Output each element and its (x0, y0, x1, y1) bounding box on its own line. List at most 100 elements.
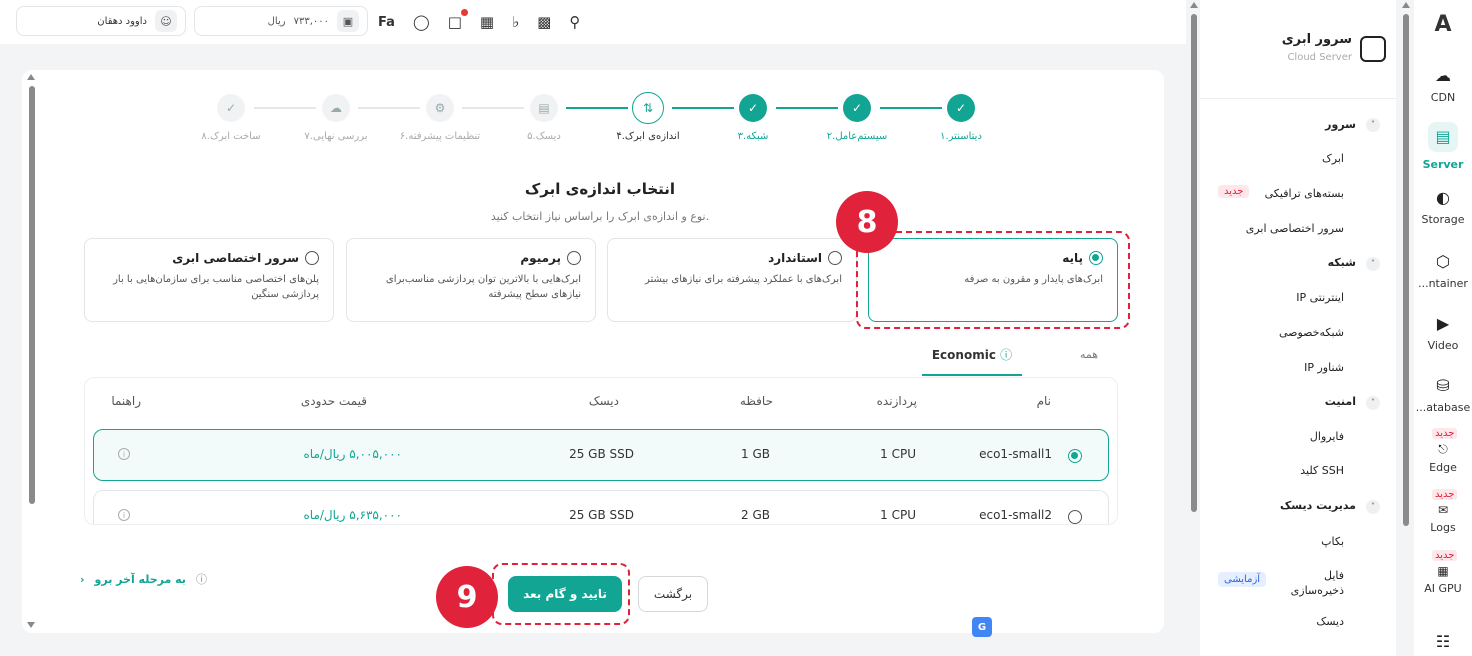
sidebar-item-ssh-key[interactable]: کلید SSH (1300, 464, 1344, 477)
row-radio-unselected[interactable] (1068, 510, 1082, 524)
rail-item-storage[interactable]: ◐ Storage (1414, 188, 1472, 226)
tab-economic[interactable]: Economic ⓘ (922, 340, 1022, 376)
rail-item-video[interactable]: ▶ Video (1414, 314, 1472, 352)
scroll-up-arrow[interactable] (1190, 2, 1198, 8)
scroll-up-arrow[interactable] (27, 74, 35, 80)
sidebar-scrollbar[interactable] (1188, 0, 1200, 656)
rail-item-ai-gpu[interactable]: ▦ AI GPU (1414, 564, 1472, 595)
step-badge-8: 8 (836, 191, 898, 253)
radio-unselected[interactable] (567, 251, 581, 265)
scroll-up-arrow[interactable] (1402, 2, 1410, 8)
type-card-standard[interactable]: استاندارد ابرک‌های با عملکرد پیشرفته برا… (607, 238, 857, 322)
service-header: سرور ابری Cloud Server (1262, 30, 1386, 70)
logs-icon: ✉ (1437, 503, 1449, 517)
step-connector (566, 107, 628, 109)
step-3-circle[interactable]: ✓ (739, 94, 767, 122)
radio-unselected[interactable] (305, 251, 319, 265)
chevron-down-icon[interactable]: ˅ (1366, 500, 1380, 514)
rail-item-logs[interactable]: ✉ Logs (1414, 503, 1472, 534)
apps-grid-icon[interactable]: ▦ (480, 13, 494, 31)
chevron-down-icon[interactable]: ˅ (1366, 118, 1380, 132)
step-7-circle: ☁ (322, 94, 350, 122)
beta-badge: آزمایشی (1218, 572, 1267, 587)
bell-icon[interactable]: ♭ (512, 13, 519, 31)
type-card-premium[interactable]: پرمیوم ابرک‌هایی با بالاترین توان پردازش… (346, 238, 596, 322)
chat-icon[interactable]: □ (448, 9, 468, 31)
sidebar-item-floating-ip[interactable]: IP شناور (1304, 361, 1344, 374)
step-1-circle[interactable]: ✓ (947, 94, 975, 122)
step-8-label: ۸.ساخت ابرک (201, 131, 261, 142)
search-icon[interactable]: ⚲ (569, 13, 580, 31)
sidebar-item-dedicated[interactable]: سرور اختصاصی ابری (1246, 222, 1344, 235)
rail-item-database[interactable]: ⛁ ...atabase (1414, 376, 1472, 414)
type-name: پرمیوم (520, 251, 561, 265)
chevron-down-icon[interactable]: ˅ (1366, 257, 1380, 271)
sidebar-item-firewall[interactable]: فایروال (1310, 430, 1344, 443)
type-name: سرور اختصاصی ابری (172, 251, 299, 265)
col-header-ram: حافظه (739, 394, 773, 408)
container-icon: ⬡ (1436, 252, 1450, 271)
sidebar-item-traffic[interactable]: بسته‌های ترافیکی (1265, 187, 1344, 200)
type-desc: ابرک‌هایی با بالاترین توان پردازشی مناسب… (385, 274, 581, 300)
edge-icon: ⎋ (1438, 442, 1448, 456)
back-button[interactable]: برگشت (638, 576, 708, 612)
sidebar-item-file-storage[interactable]: فایل ذخیره‌سازی (1284, 568, 1344, 599)
sidebar-item-public-ip[interactable]: IP اینترنتی (1296, 291, 1344, 304)
radio-unselected[interactable] (828, 251, 842, 265)
rail-label: Edge (1429, 461, 1457, 474)
rail-label: AI GPU (1424, 582, 1462, 595)
col-header-name: نام (1036, 394, 1051, 408)
new-badge: جدید (1218, 185, 1250, 198)
brand-logo[interactable]: A (1414, 12, 1472, 37)
content-scrollbar[interactable] (24, 72, 36, 632)
scroll-thumb[interactable] (29, 86, 35, 504)
page-title: انتخاب اندازه‌ی ابرک (524, 180, 676, 198)
rail-item-cdn[interactable]: ☁ CDN (1414, 66, 1472, 104)
info-icon[interactable]: i (118, 448, 130, 460)
scroll-down-arrow[interactable] (27, 622, 35, 628)
language-toggle[interactable]: Fa (378, 15, 395, 30)
row-radio-selected[interactable] (1068, 449, 1082, 463)
sidebar-item-private-network[interactable]: شبکه‌خصوصی (1279, 326, 1344, 339)
nav-group-server[interactable]: سرور (1325, 118, 1356, 131)
plan-tabs: Economic ⓘ همه (922, 340, 1118, 376)
skip-to-last-step-link[interactable]: › به مرحله آخر برو ⓘ (80, 571, 207, 587)
plan-disk: 25 GB SSD (569, 508, 634, 522)
rail-label: Video (1427, 339, 1459, 352)
table-row[interactable]: eco1-small2 1 CPU 2 GB 25 GB SSD ۵,۶۳۵,۰… (93, 490, 1109, 524)
nav-group-security[interactable]: امنیت (1325, 395, 1356, 408)
table-row[interactable]: eco1-small1 1 CPU 1 GB 25 GB SSD ۵,۰۰۵,۰… (93, 429, 1109, 481)
translate-icon[interactable]: G (972, 617, 992, 637)
scroll-thumb[interactable] (1403, 14, 1409, 526)
plan-price: ۵,۰۰۵,۰۰۰ ریال/ماه (303, 447, 403, 461)
step-7-label: ۷.بررسی نهایی (304, 131, 368, 142)
step-4-circle[interactable]: ⇅ (632, 92, 664, 124)
storage-icon: ◐ (1436, 188, 1450, 207)
service-subtitle: Cloud Server (1287, 52, 1352, 63)
tab-all[interactable]: همه (1080, 348, 1098, 361)
terminal-icon[interactable]: ▩ (537, 13, 551, 31)
rail-item-container[interactable]: ⬡ ...ntainer (1414, 252, 1472, 290)
rail-scrollbar[interactable] (1400, 0, 1412, 656)
rail-item-server[interactable]: ▤ Server (1414, 122, 1472, 171)
type-card-dedicated[interactable]: سرور اختصاصی ابری پلن‌های اختصاصی مناسب … (84, 238, 334, 322)
sidebar-item-abrak[interactable]: ابرک (1322, 152, 1344, 165)
col-header-disk: دیسک (588, 394, 619, 408)
wallet-balance[interactable]: ریال ۷۳۳,۰۰۰ ▣ (194, 6, 368, 36)
rail-item-more[interactable]: ☷ (1414, 632, 1472, 656)
step-2-circle[interactable]: ✓ (843, 94, 871, 122)
cloud-globe-icon: ☁ (1435, 66, 1451, 85)
sidebar-item-disk[interactable]: دیسک (1316, 615, 1344, 628)
scroll-thumb[interactable] (1191, 14, 1197, 512)
info-icon[interactable]: i (118, 509, 130, 521)
nav-group-disk[interactable]: مدیریت دیسک (1280, 499, 1356, 512)
rail-item-edge[interactable]: ⎋ Edge (1414, 442, 1472, 474)
chevron-down-icon[interactable]: ˅ (1366, 396, 1380, 410)
type-name: استاندارد (768, 251, 822, 265)
sidebar-item-backup[interactable]: بکاپ (1321, 535, 1344, 548)
step-6-circle: ⚙ (426, 94, 454, 122)
headset-icon[interactable]: ◯ (413, 13, 430, 31)
currency-label: ریال (267, 15, 286, 27)
nav-group-network[interactable]: شبکه (1328, 256, 1356, 269)
user-menu[interactable]: داوود دهقان ☺ (16, 6, 186, 36)
